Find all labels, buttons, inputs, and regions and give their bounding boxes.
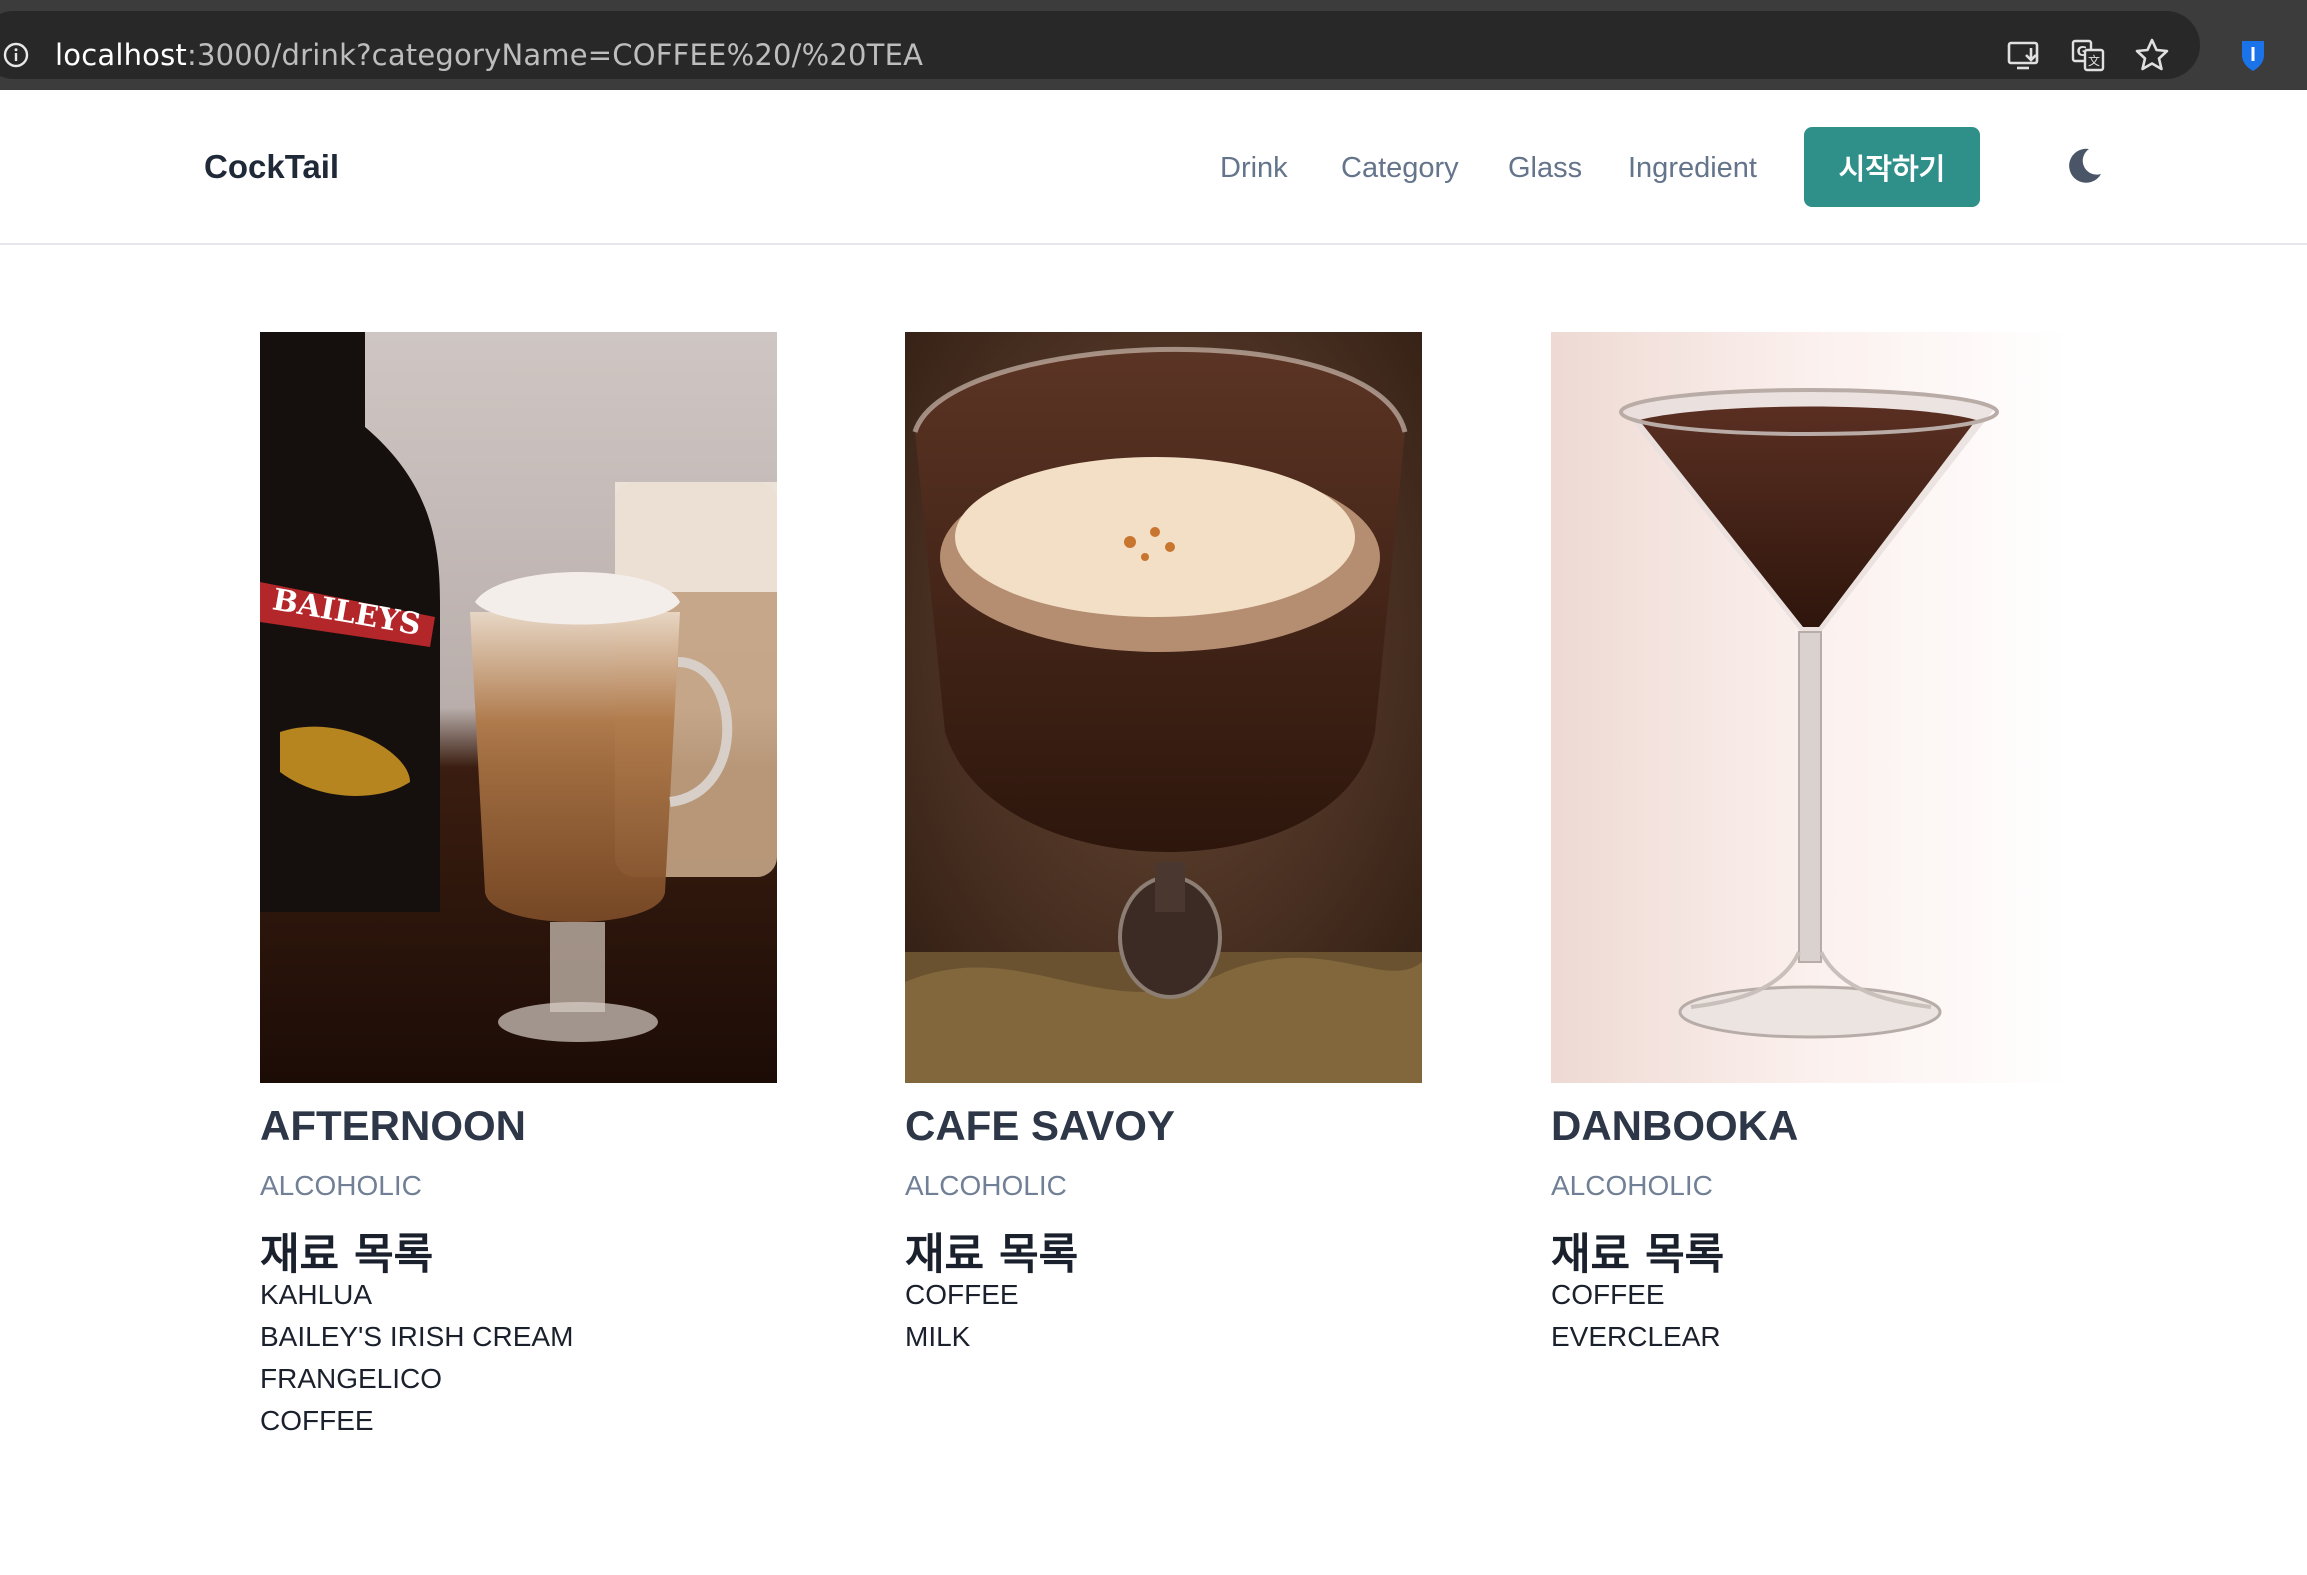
drink-title[interactable]: AFTERNOON [260,1102,526,1150]
ingredient-item: COFFEE [905,1279,1019,1310]
nav-link-ingredient[interactable]: Ingredient [1628,152,1757,185]
ingredient-list: COFFEE EVERCLEAR [1551,1274,1721,1358]
ingredient-item: EVERCLEAR [1551,1321,1721,1352]
translate-icon[interactable]: G 文 [2069,36,2107,74]
drink-card[interactable]: CAFE SAVOY ALCOHOLIC 재료 목록 COFFEE MILK [905,332,1422,1352]
drink-card[interactable]: BAILEYS AFTERNOON ALCOHOLIC 재료 목록 KAHLUA… [260,332,777,1436]
drink-card[interactable]: DANBOOKA ALCOHOLIC 재료 목록 COFFEE EVERCLEA… [1551,332,2068,1352]
ingredients-heading: 재료 목록 [1551,1230,1725,1280]
ingredient-list: KAHLUA BAILEY'S IRISH CREAM FRANGELICO C… [260,1274,573,1442]
drink-alcoholic-label: ALCOHOLIC [1551,1170,1713,1201]
ingredient-item: COFFEE [260,1405,374,1436]
drink-photo[interactable] [905,332,1422,1083]
ingredient-item: FRANGELICO [260,1363,443,1394]
ingredient-item: MILK [905,1321,971,1352]
ingredients-heading: 재료 목록 [905,1230,1079,1280]
drink-alcoholic-label: ALCOHOLIC [905,1170,1067,1201]
drink-photo[interactable] [1551,332,2068,1083]
nav-link-category[interactable]: Category [1341,152,1459,185]
url-path: :3000/drink?categoryName=COFFEE%20/%20TE… [186,38,924,72]
drink-title[interactable]: CAFE SAVOY [905,1102,1175,1150]
svg-text:文: 文 [2088,53,2100,68]
bookmark-star-icon[interactable] [2133,36,2171,74]
moon-icon[interactable] [2064,146,2104,186]
start-button[interactable]: 시작하기 [1804,127,1980,207]
nav-link-drink[interactable]: Drink [1220,152,1288,185]
ingredient-list: COFFEE MILK [905,1274,1019,1358]
drink-alcoholic-label: ALCOHOLIC [260,1170,422,1201]
url-text[interactable]: localhost:3000/drink?categoryName=COFFEE… [55,38,923,72]
brand-logo[interactable]: CockTail [204,148,339,186]
ingredient-item: COFFEE [1551,1279,1665,1310]
info-icon[interactable] [3,42,29,68]
drink-photo[interactable]: BAILEYS [260,332,777,1083]
url-host: localhost [55,38,187,72]
ingredients-heading: 재료 목록 [260,1230,434,1280]
site-navbar: CockTail Drink Category Glass Ingredient… [0,90,2307,245]
browser-top-strip [0,0,2307,11]
install-app-icon[interactable] [2005,36,2043,74]
browser-toolbar: localhost:3000/drink?categoryName=COFFEE… [0,11,2307,90]
bitwarden-shield-icon[interactable] [2234,36,2272,74]
ingredient-item: BAILEY'S IRISH CREAM [260,1321,574,1352]
drink-title[interactable]: DANBOOKA [1551,1102,1798,1150]
ingredient-item: KAHLUA [260,1279,373,1310]
nav-link-glass[interactable]: Glass [1508,152,1582,185]
